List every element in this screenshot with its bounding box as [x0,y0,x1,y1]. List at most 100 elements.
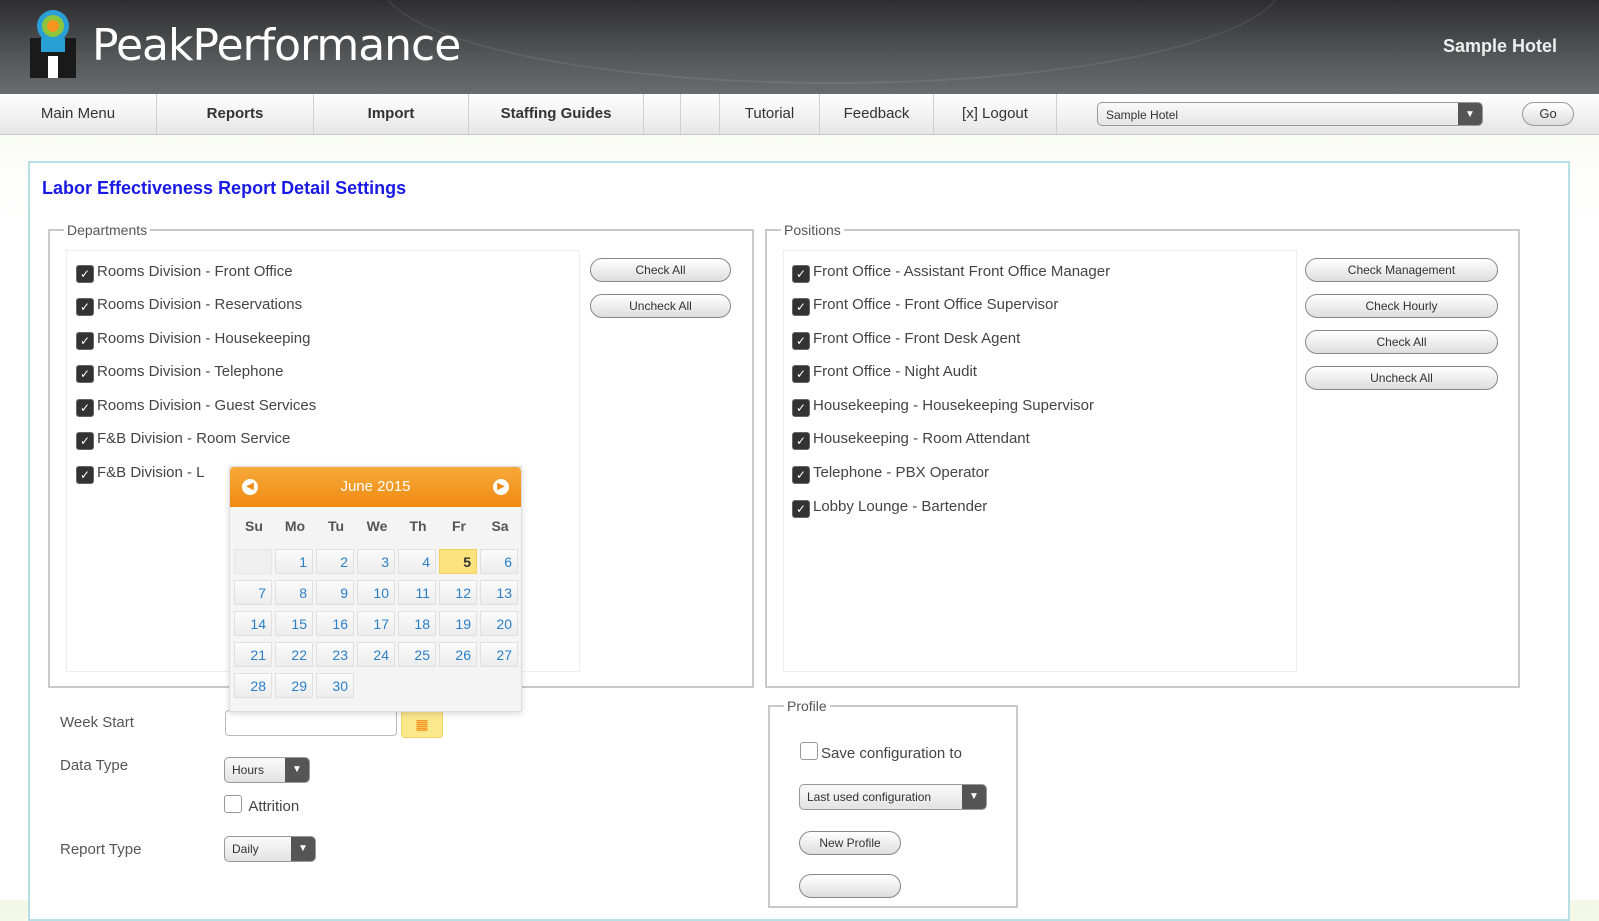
checkbox-checked-icon[interactable]: ✓ [76,298,94,316]
nav-feedback[interactable]: Feedback [820,94,934,134]
day-cell[interactable]: 11 [398,580,436,605]
chevron-down-icon[interactable]: ▼ [962,785,986,809]
day-cell[interactable]: 18 [398,611,436,636]
checkbox-checked-icon[interactable]: ✓ [76,466,94,484]
checkbox-checked-icon[interactable]: ✓ [792,365,810,383]
day-cell[interactable]: 7 [234,580,272,605]
day-cell[interactable]: 16 [316,611,354,636]
department-item[interactable]: ✓ Rooms Division - Reservations [76,295,302,316]
day-cell[interactable]: 27 [480,642,518,667]
save-configuration-row[interactable]: Save configuration to [800,742,962,762]
nav-main-menu[interactable]: Main Menu [0,94,157,134]
departments-check-all-button[interactable]: Check All [590,258,731,282]
chevron-down-icon[interactable]: ▼ [285,758,309,782]
datepicker-popup: ◀ June 2015 ▶ Su Mo Tu We Th Fr Sa 1 2 3 4 5 6 7 8 9 10 1… [229,466,522,712]
position-item[interactable]: ✓ Lobby Lounge - Bartender [792,497,987,518]
nav-import[interactable]: Import [314,94,469,134]
department-item[interactable]: ✓ F&B Division - Room Service [76,429,290,450]
new-profile-button[interactable]: New Profile [799,831,901,855]
day-of-week-label: Su [245,518,263,534]
day-cell-today[interactable]: 5 [439,549,477,574]
chevron-down-icon[interactable]: ▼ [291,837,315,861]
departments-uncheck-all-button[interactable]: Uncheck All [590,294,731,318]
current-hotel-name: Sample Hotel [1442,36,1557,56]
department-item[interactable]: ✓ Rooms Division - Housekeeping [76,329,310,350]
day-cell[interactable]: 17 [357,611,395,636]
position-item[interactable]: ✓ Front Office - Night Audit [792,362,977,383]
check-hourly-button[interactable]: Check Hourly [1305,294,1498,318]
day-cell[interactable]: 26 [439,642,477,667]
checkbox-checked-icon[interactable]: ✓ [792,332,810,350]
checkbox-checked-icon[interactable]: ✓ [76,265,94,283]
profile-button-partial[interactable] [799,874,901,898]
day-cell[interactable]: 12 [439,580,477,605]
day-cell[interactable]: 14 [234,611,272,636]
day-cell[interactable]: 13 [480,580,518,605]
checkbox-checked-icon[interactable]: ✓ [792,298,810,316]
day-cell[interactable]: 21 [234,642,272,667]
positions-check-all-button[interactable]: Check All [1305,330,1498,354]
position-item[interactable]: ✓ Front Office - Assistant Front Office M… [792,262,1110,283]
report-type-select[interactable]: Daily ▼ [224,836,316,862]
nav-tutorial[interactable]: Tutorial [720,94,820,134]
data-type-select[interactable]: Hours ▼ [224,757,310,783]
check-management-button[interactable]: Check Management [1305,258,1498,282]
checkbox-checked-icon[interactable]: ✓ [792,466,810,484]
next-month-icon[interactable]: ▶ [493,479,509,495]
day-cell[interactable]: 30 [316,673,354,698]
department-item[interactable]: ✓ Rooms Division - Front Office [76,262,293,283]
day-cell[interactable]: 10 [357,580,395,605]
day-cell[interactable]: 25 [398,642,436,667]
position-item[interactable]: ✓ Housekeeping - Room Attendant [792,429,1030,450]
checkbox-checked-icon[interactable]: ✓ [76,399,94,417]
day-cell[interactable]: 22 [275,642,313,667]
profile-legend: Profile [787,698,827,714]
day-cell[interactable]: 6 [480,549,518,574]
day-cell[interactable]: 24 [357,642,395,667]
nav-staffing-guides[interactable]: Staffing Guides [469,94,644,134]
department-item[interactable]: ✓ Rooms Division - Telephone [76,362,283,383]
calendar-icon[interactable]: ▦ [401,710,443,738]
day-cell[interactable]: 23 [316,642,354,667]
day-cell[interactable]: 19 [439,611,477,636]
brand-name-part2: Performance [192,20,461,71]
day-cell[interactable]: 1 [275,549,313,574]
go-button[interactable]: Go [1522,102,1574,126]
checkbox-checked-icon[interactable]: ✓ [792,432,810,450]
day-cell[interactable]: 28 [234,673,272,698]
department-item[interactable]: ✓ F&B Division - L [76,463,205,484]
checkbox-unchecked-icon[interactable] [224,795,242,813]
week-start-input[interactable] [225,710,397,736]
checkbox-checked-icon[interactable]: ✓ [76,432,94,450]
chevron-down-icon[interactable]: ▼ [1458,103,1482,125]
nav-spacer-2 [681,94,720,134]
day-cell[interactable]: 4 [398,549,436,574]
position-item[interactable]: ✓ Front Office - Front Office Supervisor [792,295,1058,316]
day-cell[interactable]: 3 [357,549,395,574]
hotel-select[interactable]: Sample Hotel ▼ [1097,102,1483,126]
peak-performance-logo-icon [30,10,76,78]
checkbox-checked-icon[interactable]: ✓ [792,265,810,283]
prev-month-icon[interactable]: ◀ [242,479,258,495]
day-cell[interactable]: 15 [275,611,313,636]
day-of-week-label: We [366,518,388,534]
position-item[interactable]: ✓ Telephone - PBX Operator [792,463,989,484]
day-cell[interactable]: 8 [275,580,313,605]
checkbox-checked-icon[interactable]: ✓ [76,365,94,383]
checkbox-unchecked-icon[interactable] [800,742,818,760]
checkbox-checked-icon[interactable]: ✓ [792,500,810,518]
checkbox-checked-icon[interactable]: ✓ [792,399,810,417]
nav-reports[interactable]: Reports [157,94,314,134]
day-cell[interactable]: 20 [480,611,518,636]
checkbox-checked-icon[interactable]: ✓ [76,332,94,350]
attrition-checkbox-row[interactable]: Attrition [224,795,299,815]
position-item[interactable]: ✓ Front Office - Front Desk Agent [792,329,1020,350]
positions-uncheck-all-button[interactable]: Uncheck All [1305,366,1498,390]
configuration-select[interactable]: Last used configuration ▼ [799,784,987,810]
position-item[interactable]: ✓ Housekeeping - Housekeeping Supervisor [792,396,1094,417]
department-item[interactable]: ✓ Rooms Division - Guest Services [76,396,316,417]
day-cell[interactable]: 2 [316,549,354,574]
nav-logout[interactable]: [x] Logout [934,94,1057,134]
day-cell[interactable]: 9 [316,580,354,605]
day-cell[interactable]: 29 [275,673,313,698]
